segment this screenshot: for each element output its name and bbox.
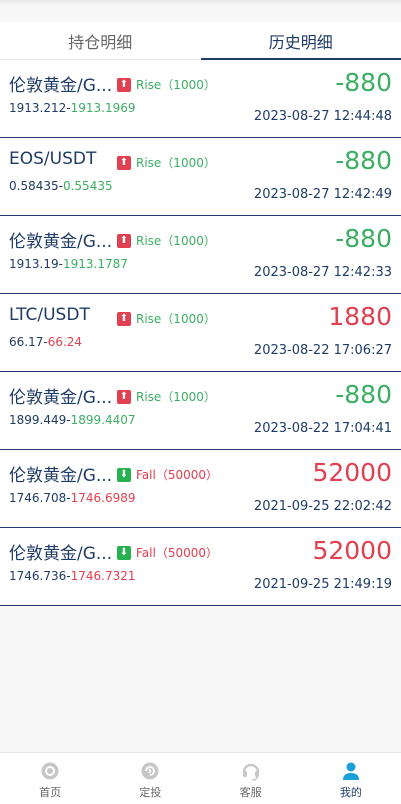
nav-item-support[interactable]: 客服 (201, 753, 301, 804)
direction-badge: ⬆ Rise（1000） (117, 232, 216, 249)
arrow-up-icon: ⬆ (117, 156, 131, 170)
badge-label: Rise（1000） (136, 388, 216, 405)
nav-label-home: 首页 (39, 784, 61, 800)
symbol-name: EOS/USDT (9, 149, 96, 169)
direction-badge: ⬇ Fall（50000） (117, 544, 218, 561)
price-range: 1746.736-1746.7321 (9, 569, 136, 583)
arrow-up-icon: ⬆ (117, 78, 131, 92)
symbol-name: 伦敦黄金/G... (9, 71, 112, 96)
profit-loss: -880 (335, 68, 392, 97)
nav-item-mine[interactable]: 我的 (301, 753, 401, 804)
tab-history[interactable]: 历史明细 (201, 22, 401, 59)
nav-label-invest: 定投 (139, 784, 161, 800)
headset-icon (241, 761, 261, 781)
list-item[interactable]: 伦敦黄金/G... ⬇ Fall（50000）1746.708-1746.6989 5… (0, 450, 401, 528)
price-range: 1746.708-1746.6989 (9, 491, 136, 505)
list-item[interactable]: EOS/USDT ⬆ Rise（1000） 0.58435-0.55435 -880 20… (0, 138, 401, 216)
open-price: 1746.736 (9, 569, 66, 583)
list-item[interactable]: 伦敦黄金/G... ⬆ Rise（1000）1913.212-1913.1969 -8… (0, 60, 401, 138)
nav-item-home[interactable]: 首页 (0, 753, 100, 804)
open-price: 1913.19 (9, 257, 59, 271)
timestamp: 2021-09-25 22:02:42 (254, 499, 392, 514)
nav-label-mine: 我的 (340, 784, 362, 800)
open-price: 1746.708 (9, 491, 66, 505)
arrow-up-icon: ⬆ (117, 390, 131, 404)
price-range: 1899.449-1899.4407 (9, 413, 136, 427)
list-item[interactable]: 伦敦黄金/G... ⬆ Rise（1000） 1913.19-1913.1787 -88… (0, 216, 401, 294)
close-price: 1913.1969 (71, 101, 136, 115)
symbol-name: 伦敦黄金/G... (9, 461, 112, 486)
direction-badge: ⬇ Fall（50000） (117, 466, 218, 483)
open-price: 0.58435 (9, 179, 59, 193)
close-price: 1746.7321 (71, 569, 136, 583)
list-item[interactable]: LTC/USDT ⬆ Rise（1000） 66.17-66.24 1880 2023-0… (0, 294, 401, 372)
profit-loss: -880 (335, 380, 392, 409)
nav-item-invest[interactable]: 定投 (100, 753, 200, 804)
list-item[interactable]: 伦敦黄金/G... ⬆ Rise（1000）1899.449-1899.4407 -8… (0, 372, 401, 450)
open-price: 1913.212 (9, 101, 66, 115)
price-range: 1913.212-1913.1969 (9, 101, 136, 115)
badge-label: Rise（1000） (136, 76, 216, 93)
badge-label: Rise（1000） (136, 232, 216, 249)
timestamp: 2023-08-27 12:44:48 (254, 109, 392, 124)
profit-loss: -880 (335, 146, 392, 175)
close-price: 66.24 (48, 335, 82, 349)
open-price: 1899.449 (9, 413, 66, 427)
home-icon (40, 761, 60, 781)
timestamp: 2023-08-22 17:04:41 (254, 421, 392, 436)
symbol-name: 伦敦黄金/G... (9, 539, 112, 564)
symbol-name: LTC/USDT (9, 305, 90, 325)
price-range: 1913.19-1913.1787 (9, 257, 128, 271)
open-price: 66.17 (9, 335, 43, 349)
price-range: 0.58435-0.55435 (9, 179, 113, 193)
history-list: 伦敦黄金/G...⬆Rise（1000）1913.212-1913.1969-8… (0, 60, 401, 606)
timestamp: 2023-08-27 12:42:33 (254, 265, 392, 280)
nav-label-support: 客服 (240, 784, 262, 800)
badge-label: Fall（50000） (136, 466, 218, 483)
profit-loss: 1880 (328, 302, 392, 331)
badge-label: Rise（1000） (136, 154, 216, 171)
badge-label: Fall（50000） (136, 544, 218, 561)
tab-bar: 持仓明细 历史明细 (0, 22, 401, 60)
close-price: 1913.1787 (63, 257, 128, 271)
profit-loss: 52000 (312, 536, 392, 565)
profit-loss: -880 (335, 224, 392, 253)
badge-label: Rise（1000） (136, 310, 216, 327)
timestamp: 2023-08-22 17:06:27 (254, 343, 392, 358)
price-range: 66.17-66.24 (9, 335, 82, 349)
symbol-name: 伦敦黄金/G... (9, 383, 112, 408)
list-item[interactable]: 伦敦黄金/G... ⬇ Fall（50000）1746.736-1746.7321 5… (0, 528, 401, 606)
bottom-nav: 首页 定投 客服 我的 (0, 752, 401, 804)
arrow-down-icon: ⬇ (117, 468, 131, 482)
direction-badge: ⬆ Rise（1000） (117, 76, 216, 93)
arrow-up-icon: ⬆ (117, 234, 131, 248)
profit-loss: 52000 (312, 458, 392, 487)
tab-positions[interactable]: 持仓明细 (0, 22, 201, 59)
invest-icon (140, 761, 160, 781)
symbol-name: 伦敦黄金/G... (9, 227, 112, 252)
arrow-down-icon: ⬇ (117, 546, 131, 560)
close-price: 1746.6989 (71, 491, 136, 505)
direction-badge: ⬆ Rise（1000） (117, 310, 216, 327)
direction-badge: ⬆ Rise（1000） (117, 154, 216, 171)
top-bar (0, 0, 401, 6)
timestamp: 2023-08-27 12:42:49 (254, 187, 392, 202)
close-price: 0.55435 (63, 179, 113, 193)
user-icon (341, 761, 361, 781)
arrow-up-icon: ⬆ (117, 312, 131, 326)
timestamp: 2021-09-25 21:49:19 (254, 577, 392, 592)
direction-badge: ⬆ Rise（1000） (117, 388, 216, 405)
close-price: 1899.4407 (71, 413, 136, 427)
